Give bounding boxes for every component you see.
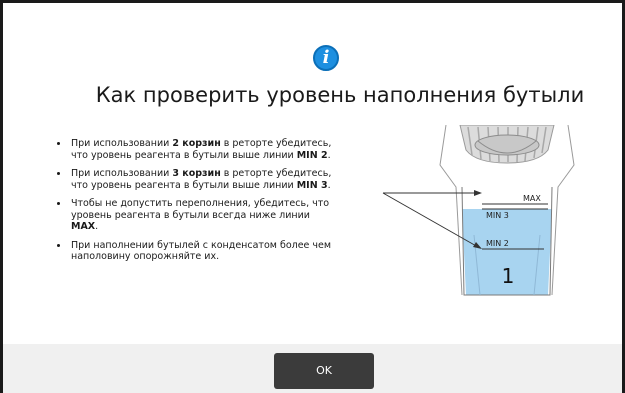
window-frame: i Как проверить уровень наполнения бутыл… [0,0,625,393]
bottle-number: 1 [502,264,515,288]
info-icon: i [313,45,339,71]
dialog-title: Как проверить уровень наполнения бутыли [95,83,585,107]
min3-label: MIN 3 [486,211,509,220]
instruction-item: При использовании 2 корзин в реторте убе… [69,138,339,161]
instruction-item: При использовании 3 корзин в реторте убе… [69,168,339,191]
instruction-list: При использовании 2 корзин в реторте убе… [56,138,339,270]
min2-label: MIN 2 [486,239,509,248]
ok-button[interactable]: OK [274,353,374,389]
bottle-cap [459,125,555,164]
instruction-item: При наполнении бутылей с конденсатом бол… [69,240,339,263]
max-label: MAX [523,194,541,203]
instruction-item: Чтобы не допустить переполнения, убедите… [69,198,339,233]
bottle-level-illustration: MAX MIN 3 MIN 2 1 [382,125,575,296]
